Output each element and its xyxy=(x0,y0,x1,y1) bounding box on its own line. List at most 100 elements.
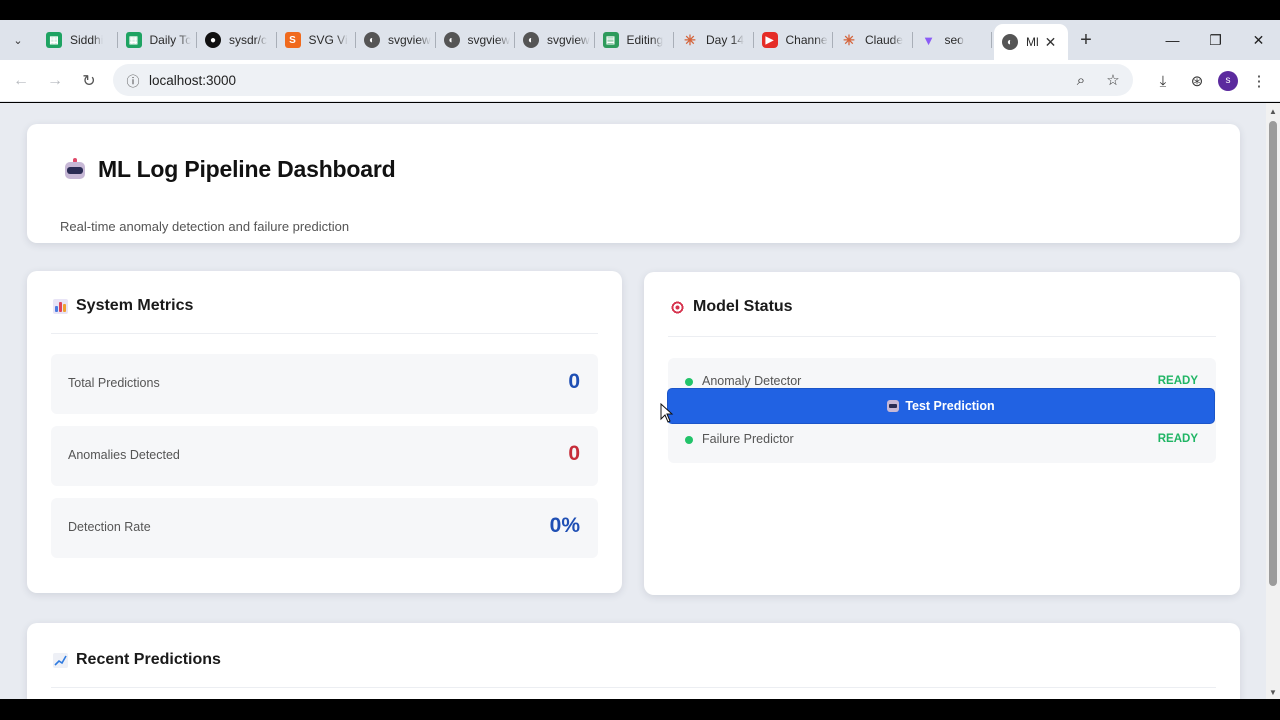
browser-tab[interactable]: ◐ svgview xyxy=(436,20,516,60)
bookmark-star-icon[interactable]: ☆ xyxy=(1103,71,1123,89)
address-toolbar: ← → ↻ ⓘ localhost:3000 ⌕ ☆ ⤓ ⊛ s ⋮ xyxy=(0,60,1280,102)
browser-tab[interactable]: ▼ seo xyxy=(913,20,993,60)
browser-tab[interactable]: ✳ Claude xyxy=(833,20,913,60)
browser-tab[interactable]: ◐ svgview xyxy=(356,20,436,60)
browser-tab[interactable]: ▦ Daily Tc xyxy=(118,20,198,60)
menu-icon[interactable]: ⋮ xyxy=(1246,72,1272,90)
tab-label: Siddhi xyxy=(70,33,104,47)
scrollbar-thumb[interactable] xyxy=(1269,121,1277,586)
sheets-icon: ▦ xyxy=(125,32,142,48)
close-window-icon[interactable]: ✕ xyxy=(1237,20,1280,60)
tab-label: Ml xyxy=(1026,35,1039,49)
card-title: Recent Predictions xyxy=(53,651,221,669)
url-text[interactable]: localhost:3000 xyxy=(149,73,236,88)
omnibox-actions: ⌕ ☆ xyxy=(1071,64,1123,96)
scroll-down-icon[interactable]: ▼ xyxy=(1269,688,1277,697)
bar-chart-icon xyxy=(53,298,68,314)
tab-label: svgview xyxy=(388,33,431,47)
recent-predictions-card: Recent Predictions xyxy=(27,623,1240,699)
status-badge: READY xyxy=(1157,433,1198,445)
model-name: Failure Predictor xyxy=(702,432,794,446)
tab-label: seo xyxy=(944,33,964,47)
target-icon xyxy=(670,299,685,315)
tab-label: svgview xyxy=(467,33,511,47)
restore-icon[interactable]: ❐ xyxy=(1194,20,1237,60)
metric-value: 0 xyxy=(568,370,580,393)
status-dot-icon xyxy=(685,436,693,444)
metric-label: Anomalies Detected xyxy=(68,448,180,462)
omnibox[interactable]: ⓘ localhost:3000 ⌕ ☆ xyxy=(113,64,1133,96)
button-label: Test Prediction xyxy=(905,399,995,413)
robot-icon xyxy=(62,157,88,182)
metric-value: 0% xyxy=(549,514,580,537)
window-controls: — ❐ ✕ xyxy=(1151,20,1280,60)
tab-label: sysdr/c xyxy=(229,33,268,47)
toolbar-actions: ⤓ ⊛ s ⋮ xyxy=(1150,60,1272,102)
browser-tab[interactable]: ◐ svgview xyxy=(515,20,595,60)
metric-total-predictions: Total Predictions 0 xyxy=(51,354,598,414)
extensions-icon[interactable]: ⊛ xyxy=(1184,72,1210,90)
tab-list: ▦ Siddhi ▦ Daily Tc ● sysdr/c S SVG Vi ◐ svgv… xyxy=(38,20,1068,60)
tab-search-dropdown-icon[interactable]: ⌄ xyxy=(6,28,30,52)
scroll-up-icon[interactable]: ▲ xyxy=(1269,107,1277,116)
forward-icon[interactable]: → xyxy=(38,64,72,98)
test-prediction-button[interactable]: Test Prediction xyxy=(667,388,1215,424)
new-tab-icon[interactable]: + xyxy=(1072,26,1100,54)
site-info-icon[interactable]: ⓘ xyxy=(119,71,147,90)
browser-tab[interactable]: S SVG Vi xyxy=(277,20,357,60)
browser-tab[interactable]: ▶ Channe xyxy=(754,20,834,60)
minimize-icon[interactable]: — xyxy=(1151,20,1194,60)
vertical-scrollbar[interactable]: ▲ ▼ xyxy=(1266,103,1280,699)
globe-icon: ◐ xyxy=(523,32,539,48)
vite-icon: ▼ xyxy=(922,32,935,48)
trend-chart-icon xyxy=(53,652,68,668)
metric-label: Detection Rate xyxy=(68,520,151,534)
header-card: ML Log Pipeline Dashboard Real-time anom… xyxy=(27,124,1240,243)
globe-icon: ◐ xyxy=(443,32,460,48)
tab-label: Editing xyxy=(626,33,664,47)
model-name: Anomaly Detector xyxy=(702,374,802,388)
mouse-cursor-icon xyxy=(660,403,674,423)
status-dot-icon xyxy=(685,378,693,386)
browser-tab[interactable]: ✳ Day 14 xyxy=(674,20,754,60)
divider xyxy=(668,336,1216,337)
page-content: ML Log Pipeline Dashboard Real-time anom… xyxy=(0,103,1266,699)
card-title: System Metrics xyxy=(53,297,193,315)
model-status-card: Model Status Anomaly Detector READY Fail… xyxy=(644,272,1240,595)
tab-label: SVG Vi xyxy=(308,33,348,47)
globe-icon: ◐ xyxy=(1002,34,1018,50)
active-browser-tab[interactable]: ◐ Ml ✕ xyxy=(994,24,1068,60)
svg-viewer-icon: S xyxy=(284,32,301,48)
zoom-icon[interactable]: ⌕ xyxy=(1071,72,1091,89)
card-title-text: Model Status xyxy=(693,298,793,315)
tab-label: Daily Tc xyxy=(149,33,192,47)
browser-tab[interactable]: ▦ Siddhi xyxy=(38,20,118,60)
divider xyxy=(51,333,598,334)
metric-label: Total Predictions xyxy=(68,376,160,390)
reload-icon[interactable]: ↻ xyxy=(72,64,106,98)
status-badge: READY xyxy=(1157,375,1198,387)
metric-detection-rate: Detection Rate 0% xyxy=(51,498,598,558)
browser-tab[interactable]: ● sysdr/c xyxy=(197,20,277,60)
screen-bottom-edge xyxy=(0,699,1280,720)
divider xyxy=(51,687,1216,688)
card-title: Model Status xyxy=(670,298,793,316)
page-subtitle: Real-time anomaly detection and failure … xyxy=(60,219,350,234)
metric-anomalies-detected: Anomalies Detected 0 xyxy=(51,426,598,486)
claude-icon: ✳ xyxy=(684,31,696,48)
page-title-text: ML Log Pipeline Dashboard xyxy=(98,156,396,182)
screen: ⌄ ▦ Siddhi ▦ Daily Tc ● sysdr/c S SVG Vi ◐ sv… xyxy=(0,0,1280,720)
globe-icon: ◐ xyxy=(364,32,380,48)
system-metrics-card: System Metrics Total Predictions 0 Anoma… xyxy=(27,271,622,593)
back-icon[interactable]: ← xyxy=(4,64,38,98)
browser-tab[interactable]: ▤ Editing xyxy=(595,20,675,60)
sheets-icon: ▦ xyxy=(46,32,62,48)
tab-label: svgview xyxy=(547,33,590,47)
card-title-text: Recent Predictions xyxy=(76,651,221,668)
claude-icon: ✳ xyxy=(843,31,855,48)
avatar[interactable]: s xyxy=(1218,71,1238,91)
docs-icon: ▤ xyxy=(602,32,619,48)
download-icon[interactable]: ⤓ xyxy=(1150,73,1176,90)
metric-value: 0 xyxy=(568,442,580,465)
close-tab-icon[interactable]: ✕ xyxy=(1045,34,1057,51)
